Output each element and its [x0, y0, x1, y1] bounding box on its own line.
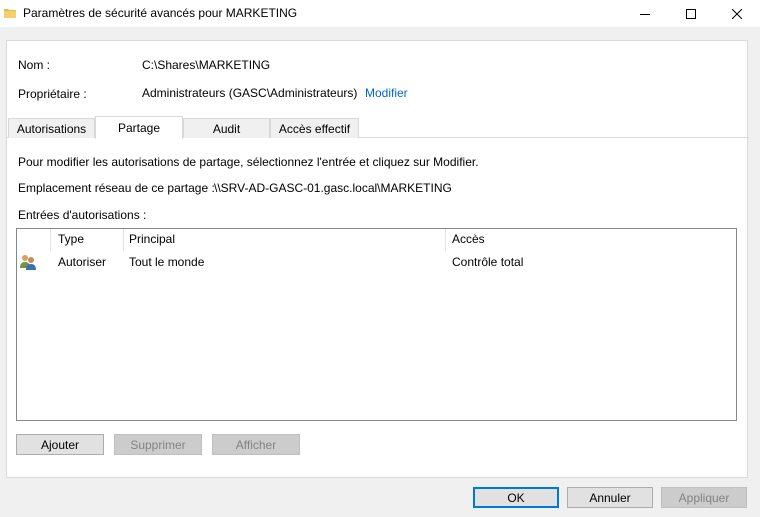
- title-bar: Paramètres de sécurité avancés pour MARK…: [0, 0, 760, 27]
- column-header-type[interactable]: Type: [58, 232, 84, 246]
- remove-button[interactable]: Supprimer: [114, 434, 202, 455]
- column-header-principal[interactable]: Principal: [129, 232, 175, 246]
- name-value: C:\Shares\MARKETING: [142, 58, 271, 72]
- main-panel: Nom : C:\Shares\MARKETING Propriétaire :…: [6, 40, 749, 478]
- name-label: Nom :: [18, 58, 51, 72]
- close-button[interactable]: [714, 0, 760, 27]
- view-button[interactable]: Afficher: [212, 434, 300, 455]
- owner-label: Propriétaire :: [18, 87, 87, 101]
- change-owner-link[interactable]: Modifier: [365, 86, 408, 100]
- users-icon: [20, 255, 36, 270]
- entries-label: Entrées d'autorisations :: [18, 208, 147, 222]
- permission-entries-list[interactable]: Type Principal Accès Autoriser Tout le m…: [16, 228, 737, 421]
- maximize-button[interactable]: [668, 0, 714, 27]
- apply-button[interactable]: Appliquer: [661, 487, 747, 508]
- row-type: Autoriser: [58, 255, 107, 269]
- cancel-button[interactable]: Annuler: [567, 487, 653, 508]
- ok-button[interactable]: OK: [473, 487, 559, 508]
- tab-share[interactable]: Partage: [95, 116, 183, 139]
- add-button[interactable]: Ajouter: [16, 434, 104, 455]
- share-instruction: Pour modifier les autorisations de parta…: [18, 155, 479, 169]
- close-icon: [732, 8, 742, 19]
- share-location-value: \\SRV-AD-GASC-01.gasc.local\MARKETING: [214, 181, 452, 195]
- tab-permissions[interactable]: Autorisations: [8, 118, 95, 138]
- tab-audit[interactable]: Audit: [183, 118, 270, 138]
- folder-icon: [4, 9, 16, 18]
- table-row[interactable]: Autoriser Tout le monde Contrôle total: [17, 252, 736, 272]
- maximize-icon: [686, 8, 696, 19]
- minimize-icon: [640, 13, 650, 15]
- column-separator: [123, 229, 124, 251]
- window-title: Paramètres de sécurité avancés pour MARK…: [23, 6, 298, 20]
- tab-effective-access[interactable]: Accès effectif: [270, 118, 359, 138]
- minimize-button[interactable]: [622, 0, 668, 27]
- column-separator: [50, 229, 51, 251]
- row-access: Contrôle total: [452, 255, 524, 269]
- owner-value: Administrateurs (GASC\Administrateurs): [142, 86, 358, 100]
- column-separator: [445, 229, 446, 251]
- row-principal: Tout le monde: [129, 255, 205, 269]
- column-header-access[interactable]: Accès: [452, 232, 485, 246]
- share-location-label: Emplacement réseau de ce partage :: [18, 181, 215, 195]
